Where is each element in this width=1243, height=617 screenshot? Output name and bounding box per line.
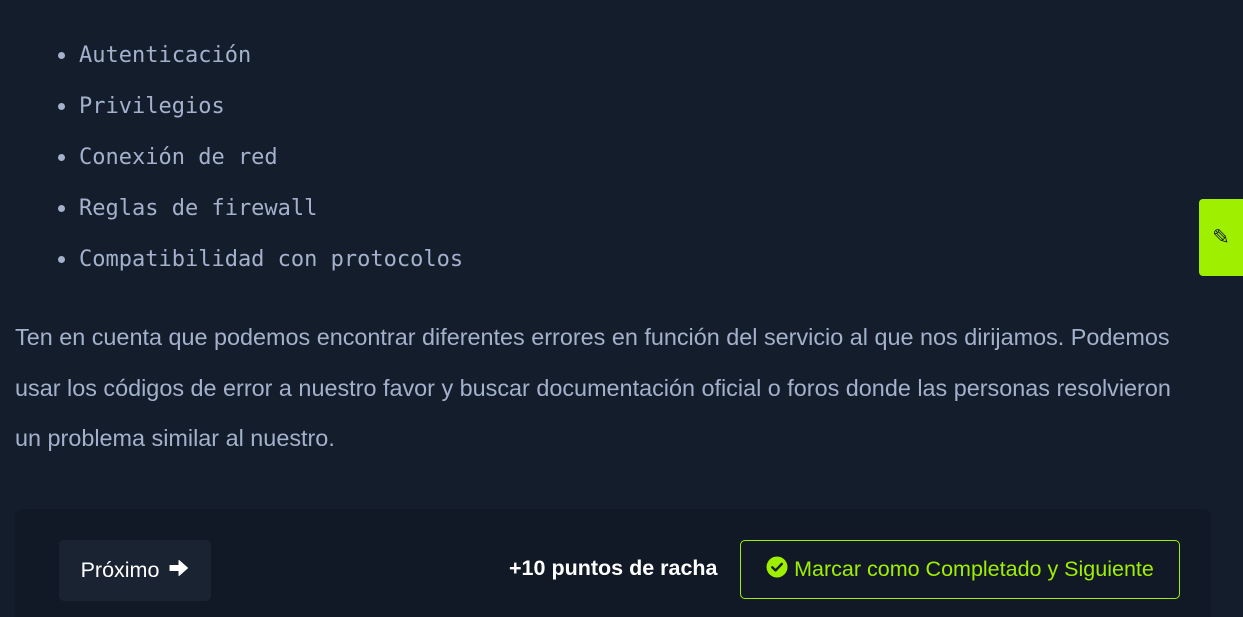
list-item: Privilegios	[58, 81, 463, 132]
list-item: Reglas de firewall	[58, 183, 463, 234]
next-button[interactable]: Próximo	[59, 540, 211, 601]
streak-points-text: +10 puntos de racha	[509, 556, 718, 580]
bullet-dot	[58, 103, 65, 110]
list-item: Autenticación	[58, 30, 463, 81]
bullet-dot	[58, 205, 65, 212]
bullet-dot	[58, 154, 65, 161]
body-paragraph: Ten en cuenta que podemos encontrar dife…	[15, 324, 1171, 451]
bullet-dot	[58, 52, 65, 59]
list-item-label: Compatibilidad con protocolos	[79, 247, 464, 272]
list-item-label: Reglas de firewall	[79, 196, 318, 221]
mark-complete-label: Marcar como Completado y Siguiente	[794, 557, 1154, 581]
list-item: Conexión de red	[58, 132, 463, 183]
list-item-label: Privilegios	[79, 94, 225, 119]
bullet-dot	[58, 256, 65, 263]
edit-tab-button[interactable]: ✎	[1199, 199, 1243, 276]
list-item-label: Conexión de red	[79, 145, 278, 170]
arrow-right-icon	[169, 558, 189, 583]
mark-complete-next-button[interactable]: Marcar como Completado y Siguiente	[740, 540, 1180, 599]
next-button-label: Próximo	[80, 558, 160, 582]
bullet-list: Autenticación Privilegios Conexión de re…	[58, 30, 463, 285]
list-item-label: Autenticación	[79, 43, 252, 68]
check-circle-icon	[766, 556, 788, 584]
list-item: Compatibilidad con protocolos	[58, 234, 463, 285]
pencil-icon: ✎	[1212, 226, 1230, 249]
